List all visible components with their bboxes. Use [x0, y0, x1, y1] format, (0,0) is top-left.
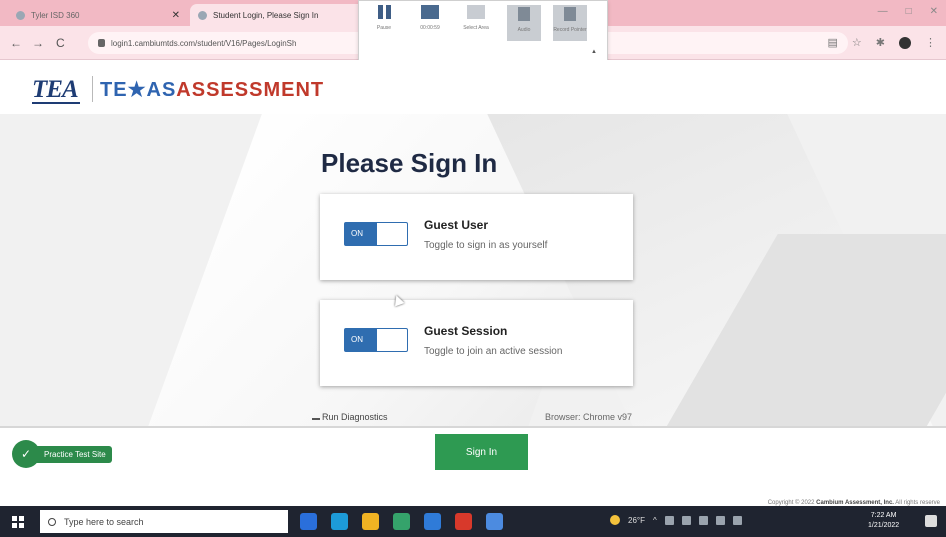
- taskbar-apps: [300, 513, 503, 530]
- notification-center-icon[interactable]: [925, 515, 937, 527]
- minimize-icon[interactable]: —: [878, 6, 888, 17]
- reader-mode-icon[interactable]: ▤: [828, 36, 838, 49]
- tab-label: Tyler ISD 360: [31, 10, 80, 20]
- page-title: Please Sign In: [321, 148, 498, 178]
- audio-label: Audio: [517, 27, 531, 33]
- time: 7:22 AM: [870, 512, 897, 519]
- volume-icon[interactable]: [715, 515, 725, 525]
- record-pointer-button[interactable]: Record Pointer: [553, 5, 587, 41]
- tea-logo: TEA: [32, 76, 79, 103]
- browser-tab-login[interactable]: Student Login, Please Sign In: [190, 4, 370, 26]
- weather-temp: 26°F: [628, 515, 645, 525]
- recording-timer: 00:00:59: [413, 5, 447, 31]
- guest-session-description: Toggle to join an active session: [424, 346, 563, 357]
- toggle-on-label: ON: [345, 223, 377, 245]
- taskbar-app-icon[interactable]: [331, 513, 348, 530]
- menu-kebab-icon[interactable]: ⋮: [925, 36, 936, 49]
- practice-label: Practice Test Site: [34, 445, 112, 463]
- tab-label: Student Login, Please Sign In: [213, 10, 319, 20]
- shield-icon: ✓: [12, 440, 40, 468]
- audio-button[interactable]: Audio: [507, 5, 541, 41]
- guest-user-toggle[interactable]: ON: [344, 222, 408, 246]
- network-icon[interactable]: [698, 515, 708, 525]
- tab-favicon-icon: [198, 10, 207, 20]
- back-icon[interactable]: ←: [10, 36, 22, 50]
- url-text: login1.cambiumtds.com/student/V16/Pages/…: [111, 38, 297, 48]
- search-placeholder: Type here to search: [64, 516, 144, 527]
- taskbar-app-icon[interactable]: [486, 513, 503, 530]
- reload-icon[interactable]: C: [56, 36, 65, 50]
- browser-tab-tyler[interactable]: Tyler ISD 360 ✕: [8, 4, 188, 26]
- taskbar-app-icon[interactable]: [393, 513, 410, 530]
- extension-icons: ▤ ☆ ✱ ⋮: [828, 36, 936, 49]
- system-tray: 26°F ^: [610, 515, 742, 525]
- divider: [0, 426, 946, 428]
- extensions-puzzle-icon[interactable]: ✱: [876, 36, 885, 49]
- lock-icon: [98, 39, 105, 47]
- microphone-icon: [518, 7, 530, 21]
- pause-recording-button[interactable]: Pause: [367, 5, 401, 31]
- windows-taskbar: Type here to search 26°F ^ 7:22 AM 1/21/…: [0, 506, 946, 537]
- weather-icon: [610, 515, 620, 525]
- header-divider: [92, 76, 93, 102]
- guest-user-description: Toggle to sign in as yourself: [424, 240, 548, 251]
- browser-version: Browser: Chrome v97: [544, 412, 632, 422]
- tea-logo-underline: [32, 102, 80, 104]
- close-window-icon[interactable]: ✕: [930, 6, 938, 17]
- bookmark-star-icon[interactable]: ☆: [852, 36, 862, 49]
- window-controls: — □ ✕: [878, 6, 938, 17]
- expand-caret-icon[interactable]: ▲: [591, 49, 597, 55]
- select-area-button[interactable]: Select Area: [459, 5, 493, 31]
- toggle-on-label: ON: [345, 329, 377, 351]
- taskbar-app-icon[interactable]: [424, 513, 441, 530]
- date: 1/21/2022: [868, 522, 900, 529]
- run-diagnostics-link[interactable]: Run Diagnostics: [312, 412, 388, 422]
- texas-assessment-logo: TE★ASASSESSMENT: [100, 79, 325, 101]
- search-icon: [48, 517, 56, 526]
- chart-icon: [312, 412, 320, 420]
- guest-user-title: Guest User: [424, 218, 489, 232]
- web-page: TEA TE★ASASSESSMENT Please Sign In ON Gu…: [0, 60, 946, 506]
- taskbar-app-icon[interactable]: [455, 513, 472, 530]
- record-pointer-label: Record Pointer: [553, 27, 587, 33]
- taskbar-app-icon[interactable]: [300, 513, 317, 530]
- pause-label: Pause: [376, 25, 392, 31]
- onedrive-icon[interactable]: [664, 515, 674, 525]
- timer-icon: [421, 5, 439, 19]
- pause-icon: [375, 5, 393, 19]
- select-area-icon: [467, 5, 485, 19]
- guest-session-title: Guest Session: [424, 324, 508, 338]
- select-area-label: Select Area: [463, 25, 489, 31]
- practice-test-site-button[interactable]: ✓ Practice Test Site: [12, 440, 112, 468]
- pointer-icon: [564, 7, 576, 21]
- taskbar-clock[interactable]: 7:22 AM 1/21/2022: [868, 511, 899, 531]
- security-icon[interactable]: [681, 515, 691, 525]
- forward-icon[interactable]: →: [32, 36, 44, 50]
- taskbar-app-icon[interactable]: [362, 513, 379, 530]
- maximize-icon[interactable]: □: [906, 6, 912, 17]
- close-tab-icon[interactable]: ✕: [172, 10, 180, 21]
- taskbar-search-input[interactable]: Type here to search: [40, 510, 288, 533]
- show-hidden-icons-caret[interactable]: ^: [653, 516, 657, 525]
- screen-recorder-toolbar: Pause 00:00:59 Select Area Audio Record …: [358, 0, 608, 66]
- guest-session-card: ON Guest Session Toggle to join an activ…: [320, 300, 633, 386]
- profile-avatar[interactable]: [899, 36, 911, 49]
- sign-in-button[interactable]: Sign In: [435, 434, 528, 470]
- timer-label: 00:00:59: [420, 25, 440, 31]
- star-icon: ★: [127, 79, 147, 101]
- guest-user-card: ON Guest User Toggle to sign in as yours…: [320, 194, 633, 280]
- windows-start-icon[interactable]: [12, 516, 24, 528]
- guest-session-toggle[interactable]: ON: [344, 328, 408, 352]
- site-header: TEA TE★ASASSESSMENT: [0, 60, 946, 114]
- pen-icon[interactable]: [732, 515, 742, 525]
- tab-favicon-icon: [16, 10, 25, 20]
